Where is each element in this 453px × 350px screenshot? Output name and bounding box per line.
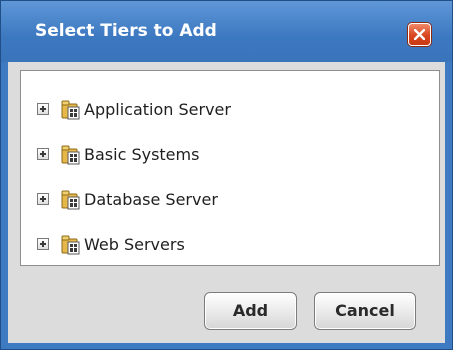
tree-item-basic-systems[interactable]: Basic Systems (37, 141, 199, 167)
close-icon (414, 29, 425, 40)
cancel-button[interactable]: Cancel (314, 292, 416, 330)
tree-item-application-server[interactable]: Application Server (37, 96, 231, 122)
tier-tree-panel: Application Server Basic Systems Databas… (20, 70, 440, 266)
tree-item-database-server[interactable]: Database Server (37, 186, 218, 212)
expand-plus-icon[interactable] (37, 238, 49, 250)
expand-plus-icon[interactable] (37, 103, 49, 115)
dialog-title-bar: Select Tiers to Add (1, 1, 452, 62)
expand-plus-icon[interactable] (37, 148, 49, 160)
tree-item-label: Basic Systems (84, 144, 200, 164)
tree-item-label: Database Server (84, 189, 218, 209)
dialog-title: Select Tiers to Add (35, 21, 217, 41)
tree-item-label: Application Server (84, 99, 231, 119)
expand-plus-icon[interactable] (37, 193, 49, 205)
add-button[interactable]: Add (204, 292, 297, 330)
tier-group-icon (61, 145, 80, 165)
tree-item-web-servers[interactable]: Web Servers (37, 231, 185, 257)
tree-item-label: Web Servers (84, 234, 185, 254)
tier-group-icon (61, 190, 80, 210)
select-tiers-dialog: Select Tiers to Add Application Server B… (0, 0, 453, 350)
close-button[interactable] (408, 23, 431, 46)
tier-group-icon (61, 235, 80, 255)
dialog-body: Application Server Basic Systems Databas… (8, 62, 445, 343)
tier-group-icon (61, 100, 80, 120)
